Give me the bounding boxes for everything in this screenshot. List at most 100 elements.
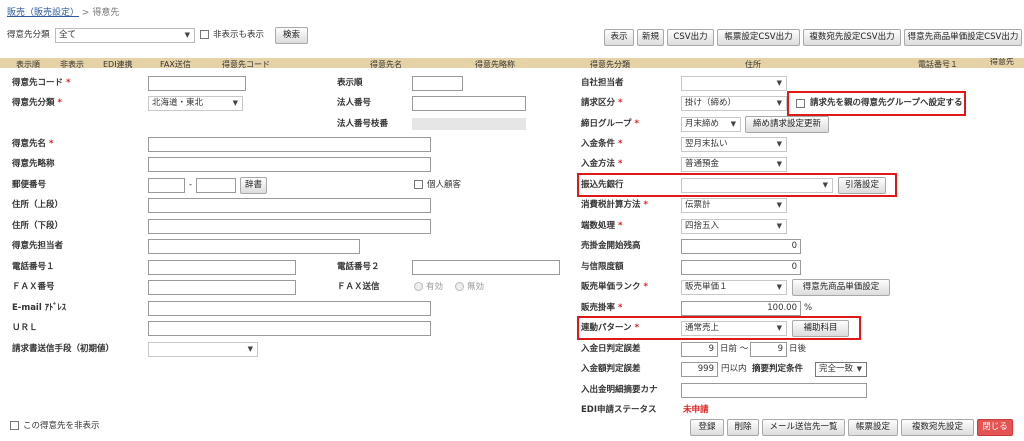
category-select[interactable]: 北海道・東北 ▼ <box>148 96 243 111</box>
date-before-input[interactable]: 9 <box>681 342 718 357</box>
fax-send-label: ＦＡＸ送信 <box>337 282 380 292</box>
report-setting-button[interactable]: 帳票設定 <box>848 419 898 436</box>
chevron-down-icon: ▼ <box>776 79 782 87</box>
filter-category-select[interactable]: 全て ▼ <box>55 28 195 43</box>
url-input[interactable] <box>148 321 431 336</box>
col-header: 表示順 <box>16 60 40 68</box>
col-header: EDI連携 <box>103 60 133 68</box>
show-hidden-checkbox[interactable] <box>200 30 209 39</box>
payment-method-select[interactable]: 普通預金 ▼ <box>681 157 787 172</box>
filter-category-label: 得意先分類 <box>7 30 50 40</box>
fax-input[interactable] <box>148 280 296 295</box>
date-after-unit: 日後 <box>789 344 807 354</box>
customer-price-setting-button[interactable]: 得意先商品単価設定 <box>792 279 890 296</box>
chevron-down-icon: ▼ <box>776 283 782 291</box>
delete-button[interactable]: 削除 <box>727 419 759 436</box>
col-header: 得意先分類 <box>590 60 630 68</box>
address1-input[interactable] <box>148 198 431 213</box>
url-label: ＵＲＬ <box>12 323 38 333</box>
kana-input[interactable] <box>681 383 867 398</box>
toolbar-csv-button[interactable]: CSV出力 <box>667 29 714 46</box>
payment-cond-label: 入金条件 * <box>581 139 623 149</box>
breadcrumb-parent-link[interactable]: 販売（販売設定） <box>7 8 79 18</box>
rate-input[interactable]: 100.00 <box>681 301 801 316</box>
chevron-down-icon: ▼ <box>232 99 238 107</box>
parent-group-checkbox[interactable] <box>796 99 805 108</box>
credit-label: 与信限度額 <box>581 262 624 272</box>
price-rank-select[interactable]: 販売単価１ ▼ <box>681 280 787 295</box>
code-label: 得意先コード * <box>12 78 71 88</box>
rounding-select[interactable]: 四捨五入 ▼ <box>681 219 787 234</box>
mail-recipients-button[interactable]: メール送信先一覧 <box>762 419 845 436</box>
col-header: 得意先略称 <box>475 60 515 68</box>
display-order-input[interactable] <box>412 76 463 91</box>
display-order-label: 表示順 <box>337 78 363 88</box>
chevron-down-icon: ▼ <box>776 160 782 168</box>
closing-group-select[interactable]: 月末締め ▼ <box>681 117 741 132</box>
corp-branch-label: 法人番号枝番 <box>337 119 389 129</box>
col-header: 得意先コード <box>222 60 270 68</box>
zip-label: 郵便番号 <box>12 180 47 190</box>
tel2-input[interactable] <box>412 260 560 275</box>
fax-send-valid-label: 有効 <box>426 282 444 292</box>
hide-customer-label: この得意先を非表示 <box>23 421 100 431</box>
billing-type-label: 請求区分 * <box>581 98 623 108</box>
filter-category-value: 全て <box>59 30 77 40</box>
zip-input-2[interactable] <box>196 178 236 193</box>
search-button[interactable]: 検索 <box>275 27 308 44</box>
corp-number-input[interactable] <box>412 96 526 111</box>
chevron-down-icon: ▼ <box>776 140 782 148</box>
toolbar-multi-address-csv-button[interactable]: 複数宛先設定CSV出力 <box>803 29 901 46</box>
multi-address-setting-button[interactable]: 複数宛先設定 <box>901 419 974 436</box>
short-name-input[interactable] <box>148 157 431 172</box>
address1-label: 住所（上段） <box>12 200 64 210</box>
chevron-down-icon: ▼ <box>776 324 782 332</box>
close-button[interactable]: 閉じる <box>977 419 1013 436</box>
payment-cond-select[interactable]: 翌月末払い ▼ <box>681 137 787 152</box>
staff-select[interactable]: ▼ <box>681 76 787 91</box>
toolbar-unit-price-csv-button[interactable]: 得意先商品単価設定CSV出力 <box>904 29 1022 46</box>
personal-checkbox[interactable] <box>414 180 423 189</box>
toolbar-report-csv-button[interactable]: 帳票設定CSV出力 <box>717 29 800 46</box>
breadcrumb: 販売（販売設定） > 得意先 <box>7 5 119 18</box>
sub-account-button[interactable]: 補助科目 <box>792 320 849 337</box>
address2-input[interactable] <box>148 219 431 234</box>
toolbar-show-button[interactable]: 表示 <box>604 29 634 46</box>
invoice-method-label: 請求書送信手段（初期値） <box>12 344 115 354</box>
fax-send-invalid-radio[interactable] <box>455 282 464 291</box>
price-rank-label: 販売単価ランク * <box>581 282 648 292</box>
withdrawal-setting-button[interactable]: 引落設定 <box>838 177 886 194</box>
fax-send-invalid-label: 無効 <box>467 282 485 292</box>
tax-calc-select[interactable]: 伝票計 ▼ <box>681 198 787 213</box>
bank-select[interactable]: ▼ <box>681 178 833 193</box>
link-pattern-select[interactable]: 通常売上 ▼ <box>681 321 787 336</box>
hide-customer-checkbox[interactable] <box>10 421 19 430</box>
name-input[interactable] <box>148 137 431 152</box>
fax-send-valid-radio[interactable] <box>414 282 423 291</box>
amount-tolerance-input[interactable]: 999 <box>681 362 718 377</box>
toolbar-new-button[interactable]: 新規 <box>637 29 664 46</box>
personal-label: 個人顧客 <box>427 180 462 190</box>
email-input[interactable] <box>148 301 431 316</box>
ar-start-input[interactable]: 0 <box>681 239 801 254</box>
amount-tolerance-label: 入金額判定誤差 <box>581 364 641 374</box>
corp-branch-field <box>412 118 526 130</box>
dictionary-button[interactable]: 辞書 <box>240 177 267 194</box>
address2-label: 住所（下段） <box>12 221 64 231</box>
rounding-label: 端数処理 * <box>581 221 623 231</box>
chevron-down-icon: ▼ <box>776 99 782 107</box>
credit-input[interactable]: 0 <box>681 260 801 275</box>
contact-input[interactable] <box>148 239 360 254</box>
code-input[interactable] <box>148 76 246 91</box>
register-button[interactable]: 登録 <box>690 419 724 436</box>
zip-input-1[interactable] <box>148 178 185 193</box>
date-after-input[interactable]: 9 <box>750 342 787 357</box>
kana-label: 入出金明細摘要カナ <box>581 385 658 395</box>
tel1-input[interactable] <box>148 260 296 275</box>
invoice-method-select[interactable]: ▼ <box>148 342 258 357</box>
chevron-down-icon: ▼ <box>776 222 782 230</box>
closing-update-button[interactable]: 締め請求設定更新 <box>745 116 829 133</box>
billing-type-select[interactable]: 掛け（締め） ▼ <box>681 96 787 111</box>
breadcrumb-current: 得意先 <box>92 8 120 18</box>
summary-cond-select[interactable]: 完全一致 ▼ <box>815 362 867 377</box>
